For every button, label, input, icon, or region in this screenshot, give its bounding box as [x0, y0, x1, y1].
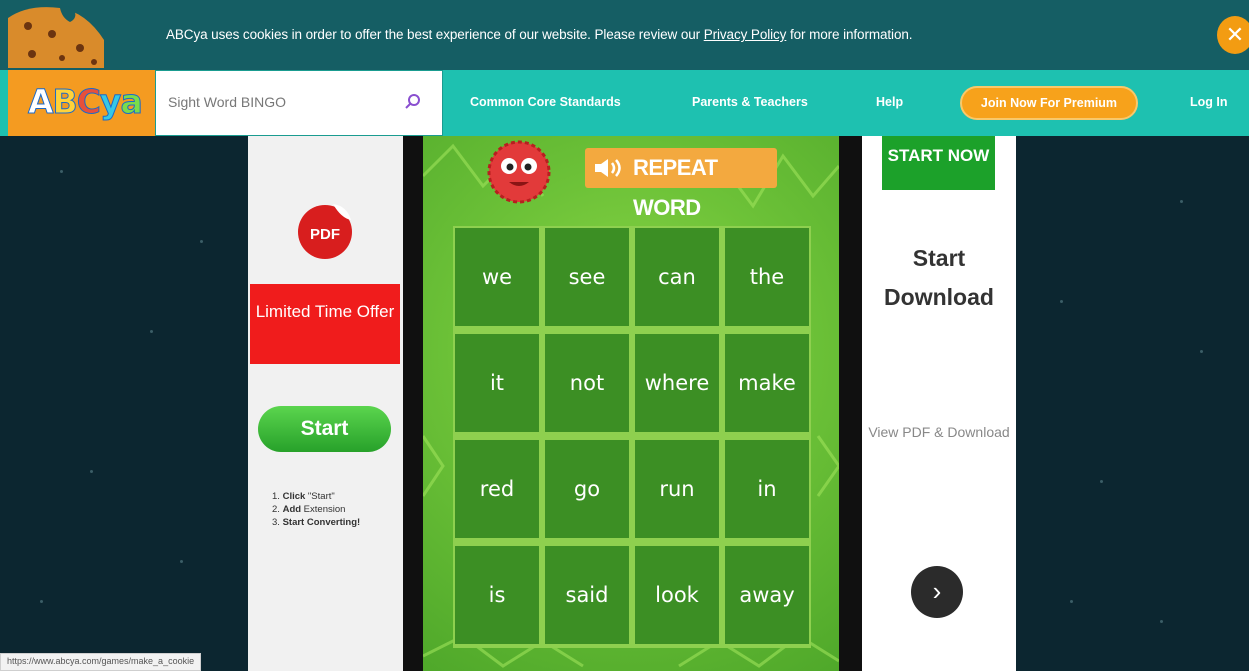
bingo-board: we see can the it not where make red go …	[453, 226, 811, 648]
page: ABCya uses cookies in order to offer the…	[0, 0, 1249, 671]
search-icon[interactable]	[404, 93, 422, 111]
red-monster-icon	[487, 140, 551, 204]
step-1: 1. Click "Start"	[272, 491, 335, 502]
cookie-text-after: for more information.	[786, 27, 913, 42]
bingo-tile[interactable]: see	[545, 228, 629, 326]
right-ad-panel: START NOW Start Download View PDF & Down…	[862, 136, 1016, 671]
logo-text: ABCya	[28, 82, 144, 122]
bingo-tile[interactable]: go	[545, 440, 629, 538]
join-premium-button[interactable]: Join Now For Premium	[960, 86, 1138, 120]
cookie-icon	[8, 6, 104, 68]
search-bar	[155, 70, 443, 136]
bingo-tile[interactable]: said	[545, 546, 629, 644]
step-2: 2. Add Extension	[272, 504, 346, 515]
start-now-button[interactable]: START NOW	[882, 136, 995, 190]
bingo-tile[interactable]: where	[635, 334, 719, 432]
start-download-title: Start Download	[884, 245, 994, 310]
status-url: https://www.abcya.com/games/make_a_cooki…	[0, 653, 202, 671]
pdf-label: PDF	[310, 226, 340, 243]
bingo-tile[interactable]: it	[455, 334, 539, 432]
bingo-tile[interactable]: not	[545, 334, 629, 432]
speaker-icon	[595, 159, 621, 177]
bingo-tile[interactable]: make	[725, 334, 809, 432]
login-link[interactable]: Log In	[1190, 95, 1228, 109]
start-button[interactable]: Start	[258, 406, 391, 452]
bingo-tile[interactable]: red	[455, 440, 539, 538]
chevron-right-icon[interactable]: ›	[911, 566, 963, 618]
sight-word-bingo-game: REPEAT WORD we see can the it not where …	[423, 136, 839, 671]
bingo-tile[interactable]: is	[455, 546, 539, 644]
bingo-tile[interactable]: run	[635, 440, 719, 538]
nav-link-common-core[interactable]: Common Core Standards	[470, 95, 621, 109]
cookie-message: ABCya uses cookies in order to offer the…	[166, 27, 913, 42]
bingo-tile[interactable]: away	[725, 546, 809, 644]
pdf-icon: PDF	[298, 204, 352, 259]
abcya-logo[interactable]: ABCya	[8, 70, 155, 136]
repeat-word-button[interactable]: REPEAT WORD	[585, 148, 777, 220]
bingo-tile[interactable]: the	[725, 228, 809, 326]
limited-offer-banner: Limited Time Offer	[250, 284, 400, 364]
bingo-tile[interactable]: look	[635, 546, 719, 644]
view-pdf-text: View PDF & Download	[868, 424, 1010, 440]
cookie-banner: ABCya uses cookies in order to offer the…	[0, 0, 1249, 70]
bingo-tile[interactable]: can	[635, 228, 719, 326]
nav-link-parents-teachers[interactable]: Parents & Teachers	[692, 95, 808, 109]
left-ad-panel: PDF Limited Time Offer Start 1. Click "S…	[248, 136, 403, 671]
privacy-policy-link[interactable]: Privacy Policy	[704, 27, 787, 42]
install-steps: 1. Click "Start" 2. Add Extension 3. Sta…	[272, 490, 360, 529]
search-input[interactable]	[168, 89, 398, 115]
step-3: 3. Start Converting!	[272, 517, 361, 528]
nav-link-help[interactable]: Help	[876, 95, 903, 109]
bingo-tile[interactable]: we	[455, 228, 539, 326]
cookie-text-before: ABCya uses cookies in order to offer the…	[166, 27, 704, 42]
close-x-icon[interactable]: ✕	[1217, 16, 1249, 54]
top-navigation: ABCya Common Core Standards Parents & Te…	[0, 70, 1249, 136]
bingo-tile[interactable]: in	[725, 440, 809, 538]
